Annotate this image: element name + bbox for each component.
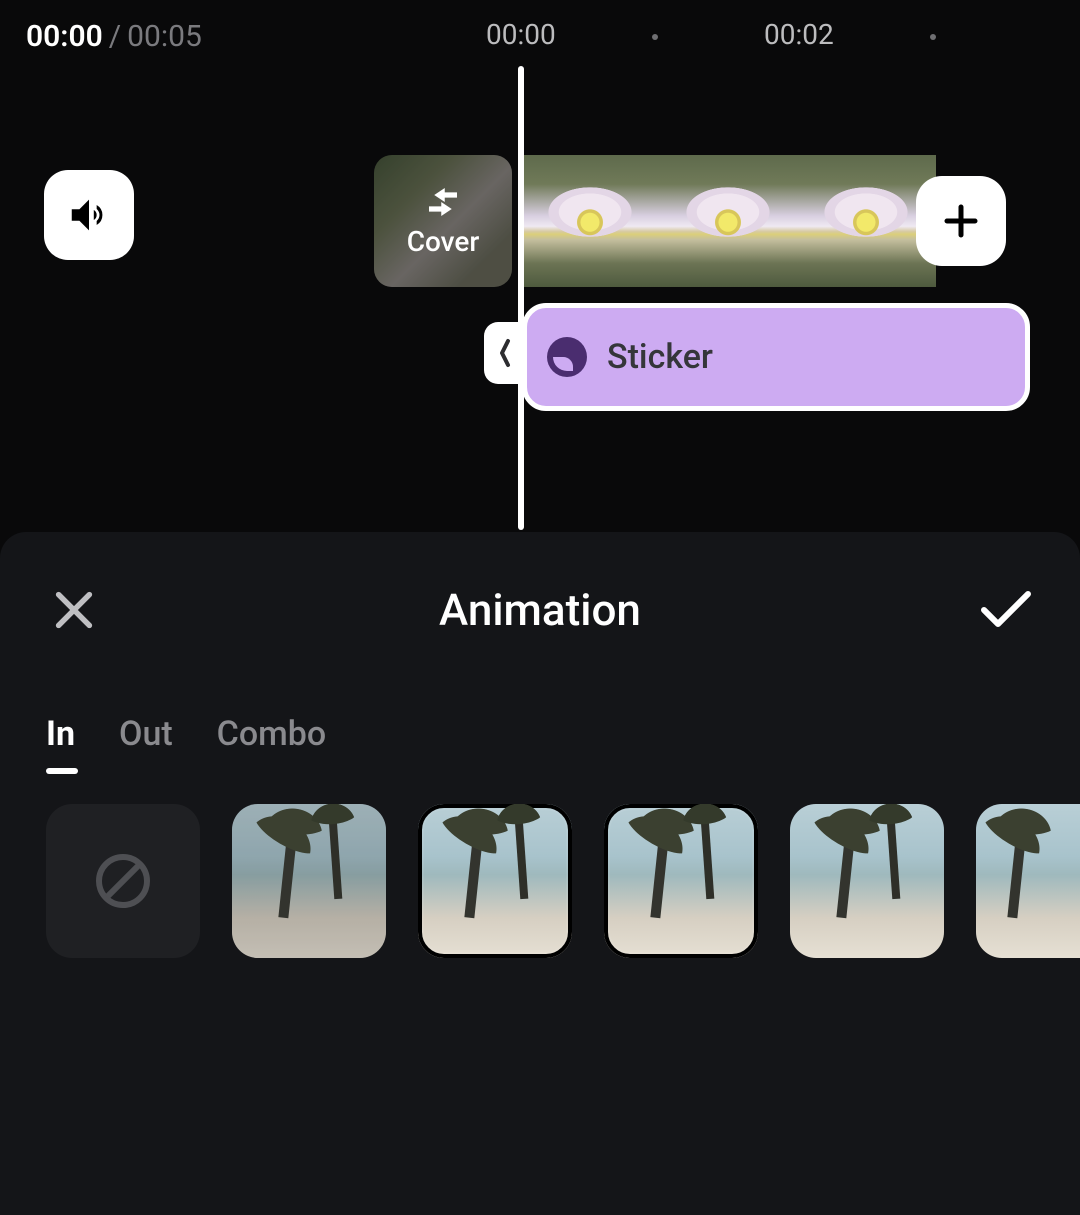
- animation-preset[interactable]: [604, 804, 758, 958]
- check-icon: [978, 590, 1034, 630]
- clip-thumbnail[interactable]: [520, 155, 660, 287]
- animation-preset[interactable]: [418, 804, 572, 958]
- animation-options[interactable]: [0, 768, 1080, 958]
- swap-icon: [422, 185, 464, 219]
- volume-icon: [66, 192, 112, 238]
- none-icon: [93, 851, 153, 911]
- sticker-track-item[interactable]: Sticker: [522, 303, 1030, 411]
- timeline[interactable]: Cover Sticker: [0, 60, 1080, 530]
- audio-button[interactable]: [44, 170, 134, 260]
- cover-label: Cover: [407, 225, 480, 258]
- animation-tabs: In Out Combo: [0, 658, 1080, 768]
- tab-in[interactable]: In: [46, 714, 75, 768]
- sticker-icon: [547, 337, 587, 377]
- video-clip-track[interactable]: [520, 155, 938, 287]
- animation-panel: Animation In Out Combo: [0, 532, 1080, 1215]
- animation-preset[interactable]: [232, 804, 386, 958]
- cover-button[interactable]: Cover: [374, 155, 512, 287]
- close-button[interactable]: [44, 580, 104, 640]
- tab-combo[interactable]: Combo: [217, 714, 327, 768]
- clip-thumbnail[interactable]: [796, 155, 936, 287]
- current-time: 00:00: [26, 19, 103, 54]
- animation-preset[interactable]: [790, 804, 944, 958]
- playhead[interactable]: [518, 66, 524, 530]
- sticker-label: Sticker: [607, 337, 713, 377]
- animation-preset[interactable]: [976, 804, 1080, 958]
- clip-thumbnail[interactable]: [658, 155, 798, 287]
- panel-title: Animation: [439, 584, 641, 636]
- total-duration: 00:05: [127, 19, 202, 54]
- time-display: 00:00 / 00:05: [0, 16, 1080, 56]
- time-separator: /: [109, 19, 121, 54]
- animation-none[interactable]: [46, 804, 200, 958]
- close-icon: [52, 588, 96, 632]
- tab-out[interactable]: Out: [119, 714, 173, 768]
- confirm-button[interactable]: [976, 580, 1036, 640]
- add-clip-button[interactable]: [916, 176, 1006, 266]
- plus-icon: [941, 201, 981, 241]
- chevron-left-icon: [498, 338, 512, 368]
